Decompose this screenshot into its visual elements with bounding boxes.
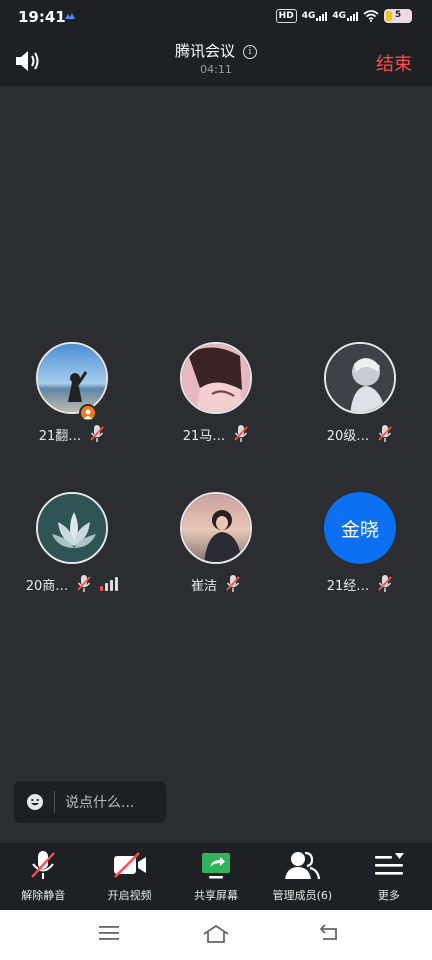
meeting-header: 腾讯会议 i 04:11 结束	[0, 36, 432, 86]
participant-avatar	[180, 492, 252, 564]
more-button[interactable]: 更多	[346, 843, 432, 910]
share-screen-label: 共享屏幕	[194, 889, 239, 902]
menu-nav-icon[interactable]	[98, 924, 120, 942]
participant-avatar	[36, 492, 108, 564]
chat-placeholder: 说点什么...	[65, 795, 135, 811]
signal-4g-2: 4G	[332, 11, 358, 21]
start-video-label: 开启视频	[107, 889, 152, 902]
back-nav-icon[interactable]	[318, 924, 340, 942]
mic-muted-icon	[31, 851, 56, 879]
participant-tile[interactable]: 21翻…	[17, 342, 127, 444]
cloud-notification-icon	[65, 13, 75, 19]
more-menu-icon	[374, 853, 404, 875]
status-bar: 19:41 HD 4G 4G 5	[0, 0, 432, 36]
meeting-title-area[interactable]: 腾讯会议 i 04:11	[0, 40, 432, 76]
participant-avatar	[180, 342, 252, 414]
chat-divider	[54, 791, 55, 813]
participant-tile[interactable]: 金晓 21经…	[305, 492, 415, 594]
home-nav-icon[interactable]	[202, 924, 230, 944]
system-nav-bar	[0, 910, 432, 960]
wifi-icon	[363, 10, 379, 22]
participant-name: 21经…	[326, 578, 370, 594]
mic-muted-icon	[234, 425, 248, 442]
mic-muted-icon	[77, 575, 91, 592]
end-meeting-button[interactable]: 结束	[376, 50, 412, 76]
meeting-title: 腾讯会议	[174, 42, 235, 60]
participant-tile[interactable]: 20商…	[17, 492, 127, 594]
battery-icon: 5	[384, 9, 412, 23]
video-off-icon	[113, 852, 146, 878]
info-icon[interactable]: i	[243, 45, 257, 59]
unmute-button[interactable]: 解除静音	[0, 843, 86, 910]
meeting-toolbar: 解除静音 开启视频 共享屏幕 管理成员(6) 更多	[0, 843, 432, 910]
status-time: 19:41	[18, 8, 66, 26]
emoji-icon[interactable]	[26, 793, 44, 811]
manage-members-label: 管理成员(6)	[272, 889, 333, 902]
share-screen-icon	[202, 853, 231, 879]
chat-input-box[interactable]: 说点什么...	[14, 781, 166, 823]
participant-name: 21马…	[182, 428, 226, 444]
mic-muted-icon	[378, 425, 392, 442]
host-badge-icon	[79, 404, 97, 422]
meeting-timer: 04:11	[200, 63, 232, 76]
participant-avatar	[36, 342, 108, 414]
more-label: 更多	[377, 889, 400, 902]
participant-tile[interactable]: 20级…	[305, 342, 415, 444]
participant-name: 崔洁	[190, 578, 217, 594]
mic-muted-icon	[226, 575, 240, 592]
start-video-button[interactable]: 开启视频	[86, 843, 172, 910]
participant-tile[interactable]: 崔洁	[161, 492, 271, 594]
participant-name: 21翻…	[38, 428, 82, 444]
participant-name: 20级…	[326, 428, 370, 444]
mic-muted-icon	[90, 425, 104, 442]
participant-name: 20商…	[25, 578, 69, 594]
signal-4g-1: 4G	[302, 11, 328, 21]
hd-badge: HD	[275, 9, 297, 23]
weak-signal-icon	[100, 577, 119, 591]
mic-muted-icon	[378, 575, 392, 592]
participant-avatar	[324, 342, 396, 414]
share-screen-button[interactable]: 共享屏幕	[173, 843, 259, 910]
unmute-label: 解除静音	[21, 889, 66, 902]
manage-members-button[interactable]: 管理成员(6)	[259, 843, 345, 910]
participant-avatar-text: 金晓	[324, 492, 396, 564]
members-icon	[285, 851, 321, 880]
participant-tile[interactable]: 21马…	[161, 342, 271, 444]
